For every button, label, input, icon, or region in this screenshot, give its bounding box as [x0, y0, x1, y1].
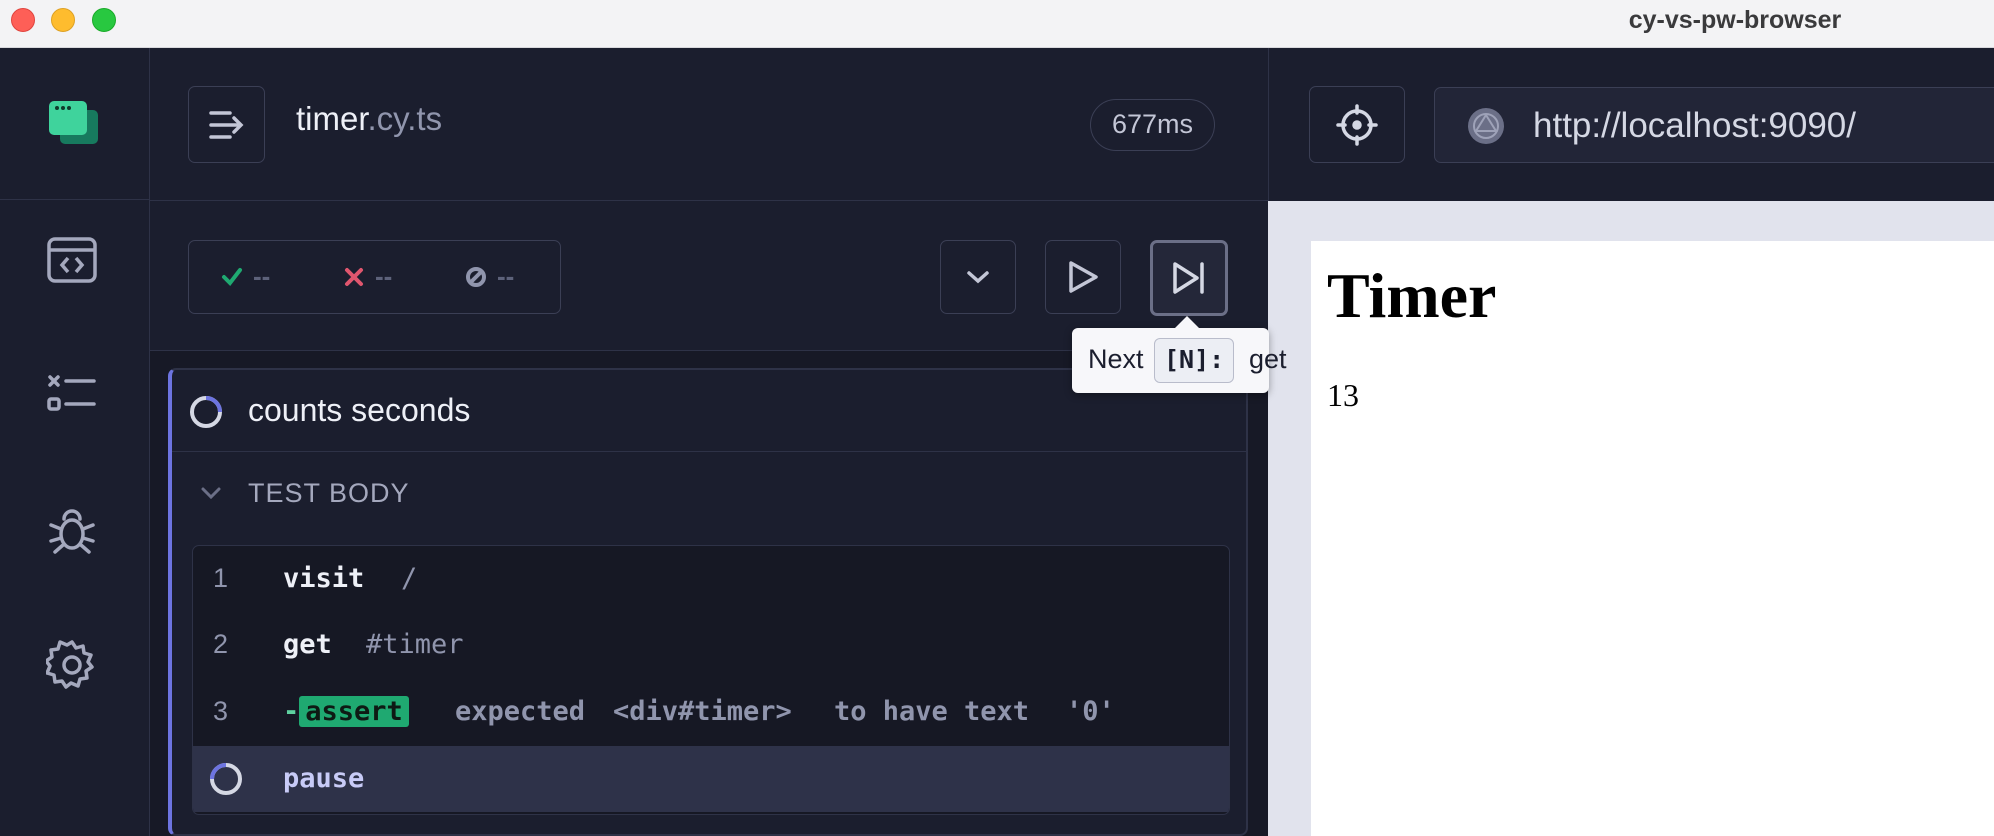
chevron-down-icon	[967, 271, 989, 284]
command-row[interactable]: 2 get #timer	[193, 612, 1229, 678]
test-item[interactable]: counts seconds TEST BODY 1 visit / 2 get…	[168, 368, 1248, 836]
expand-collapse-button[interactable]	[940, 240, 1016, 314]
test-title: counts seconds	[248, 392, 471, 428]
step-forward-icon	[1173, 262, 1204, 294]
crosshair-icon	[1336, 103, 1378, 146]
settings-nav-button[interactable]	[40, 633, 104, 697]
command-name: visit	[283, 563, 365, 594]
play-icon	[1069, 261, 1098, 293]
command-name: get	[283, 629, 332, 660]
assert-message-verb: to have text	[834, 696, 1030, 727]
spec-extension: .cy.ts	[367, 100, 443, 137]
pending-icon	[466, 266, 486, 287]
tooltip-prefix: Next	[1088, 344, 1144, 374]
passed-count: --	[253, 261, 271, 291]
assert-message-value: '0'	[1066, 696, 1115, 727]
command-number: 1	[213, 563, 229, 593]
command-message: #timer	[366, 629, 464, 660]
toggle-specs-list-button[interactable]	[188, 86, 265, 163]
url-text[interactable]: http://localhost:9090/	[1533, 106, 1856, 146]
command-number: 3	[213, 696, 229, 726]
code-window-icon	[47, 237, 97, 283]
page-heading: Timer	[1327, 260, 1497, 331]
tooltip-arrow	[1174, 316, 1200, 329]
app-logo	[0, 48, 150, 200]
passed-stat: --	[221, 261, 270, 292]
app-under-test-panel: http://localhost:9090/ Timer 13	[1268, 48, 1994, 836]
url-bar[interactable]: http://localhost:9090/	[1434, 87, 1994, 163]
tooltip-suffix: get	[1249, 344, 1287, 374]
command-log: 1 visit / 2 get #timer 3 - assert expecte…	[192, 545, 1230, 815]
browser-globe-icon	[1468, 108, 1504, 144]
collapse-sidebar-icon	[208, 110, 243, 139]
selector-playground-button[interactable]	[1309, 86, 1405, 163]
next-step-button[interactable]	[1150, 240, 1228, 316]
x-icon	[345, 267, 363, 286]
test-body-label[interactable]: TEST BODY	[248, 478, 410, 509]
assert-badge: assert	[299, 696, 409, 727]
running-spinner-icon	[210, 763, 242, 795]
close-window-button[interactable]	[11, 8, 35, 32]
command-message: /	[401, 563, 418, 594]
command-number: 2	[213, 629, 229, 659]
chevron-down-icon[interactable]	[200, 486, 222, 500]
pending-count: --	[497, 261, 515, 291]
run-stats: -- -- --	[188, 240, 561, 314]
spec-name: timer	[296, 100, 368, 137]
test-list-icon	[47, 375, 96, 411]
pending-stat: --	[465, 261, 514, 292]
window-titlebar: cy-vs-pw-browser	[0, 0, 1994, 48]
reporter-panel: timer.cy.ts 677ms -- -- -- counts second…	[150, 48, 1268, 836]
command-row-active[interactable]: pause	[193, 746, 1229, 812]
running-spinner-icon	[190, 396, 222, 428]
bug-icon	[49, 509, 95, 554]
assert-command: - assert	[283, 696, 409, 727]
assert-message-subject: <div#timer>	[613, 696, 792, 727]
failed-count: --	[375, 261, 393, 291]
window-title: cy-vs-pw-browser	[1628, 6, 1842, 34]
aut-header: http://localhost:9090/	[1268, 48, 1994, 201]
timer-value: 13	[1327, 377, 1359, 413]
next-step-tooltip: Next [N]: get	[1072, 316, 1287, 393]
resume-button[interactable]	[1045, 240, 1121, 314]
command-row[interactable]: 3 - assert expected <div#timer> to have t…	[193, 679, 1229, 745]
assert-message-expected: expected	[455, 696, 586, 727]
command-row[interactable]: 1 visit /	[193, 546, 1229, 612]
run-duration-badge: 677ms	[1090, 99, 1216, 151]
keyboard-shortcut: [N]:	[1154, 338, 1235, 383]
cypress-logo-icon	[49, 101, 98, 144]
reporter-header: timer.cy.ts 677ms	[150, 48, 1268, 201]
minimize-window-button[interactable]	[51, 8, 75, 32]
sidebar	[0, 48, 150, 836]
failed-stat: --	[343, 261, 392, 292]
assert-prefix: -	[283, 696, 300, 727]
aut-iframe: Timer 13	[1311, 241, 1994, 836]
runs-nav-button[interactable]	[40, 363, 104, 427]
check-icon	[222, 267, 242, 286]
command-name: pause	[283, 763, 365, 794]
zoom-window-button[interactable]	[92, 8, 116, 32]
specs-nav-button[interactable]	[40, 228, 104, 292]
debug-nav-button[interactable]	[40, 498, 104, 562]
gear-icon	[46, 640, 94, 689]
spec-filename: timer.cy.ts	[296, 100, 442, 138]
